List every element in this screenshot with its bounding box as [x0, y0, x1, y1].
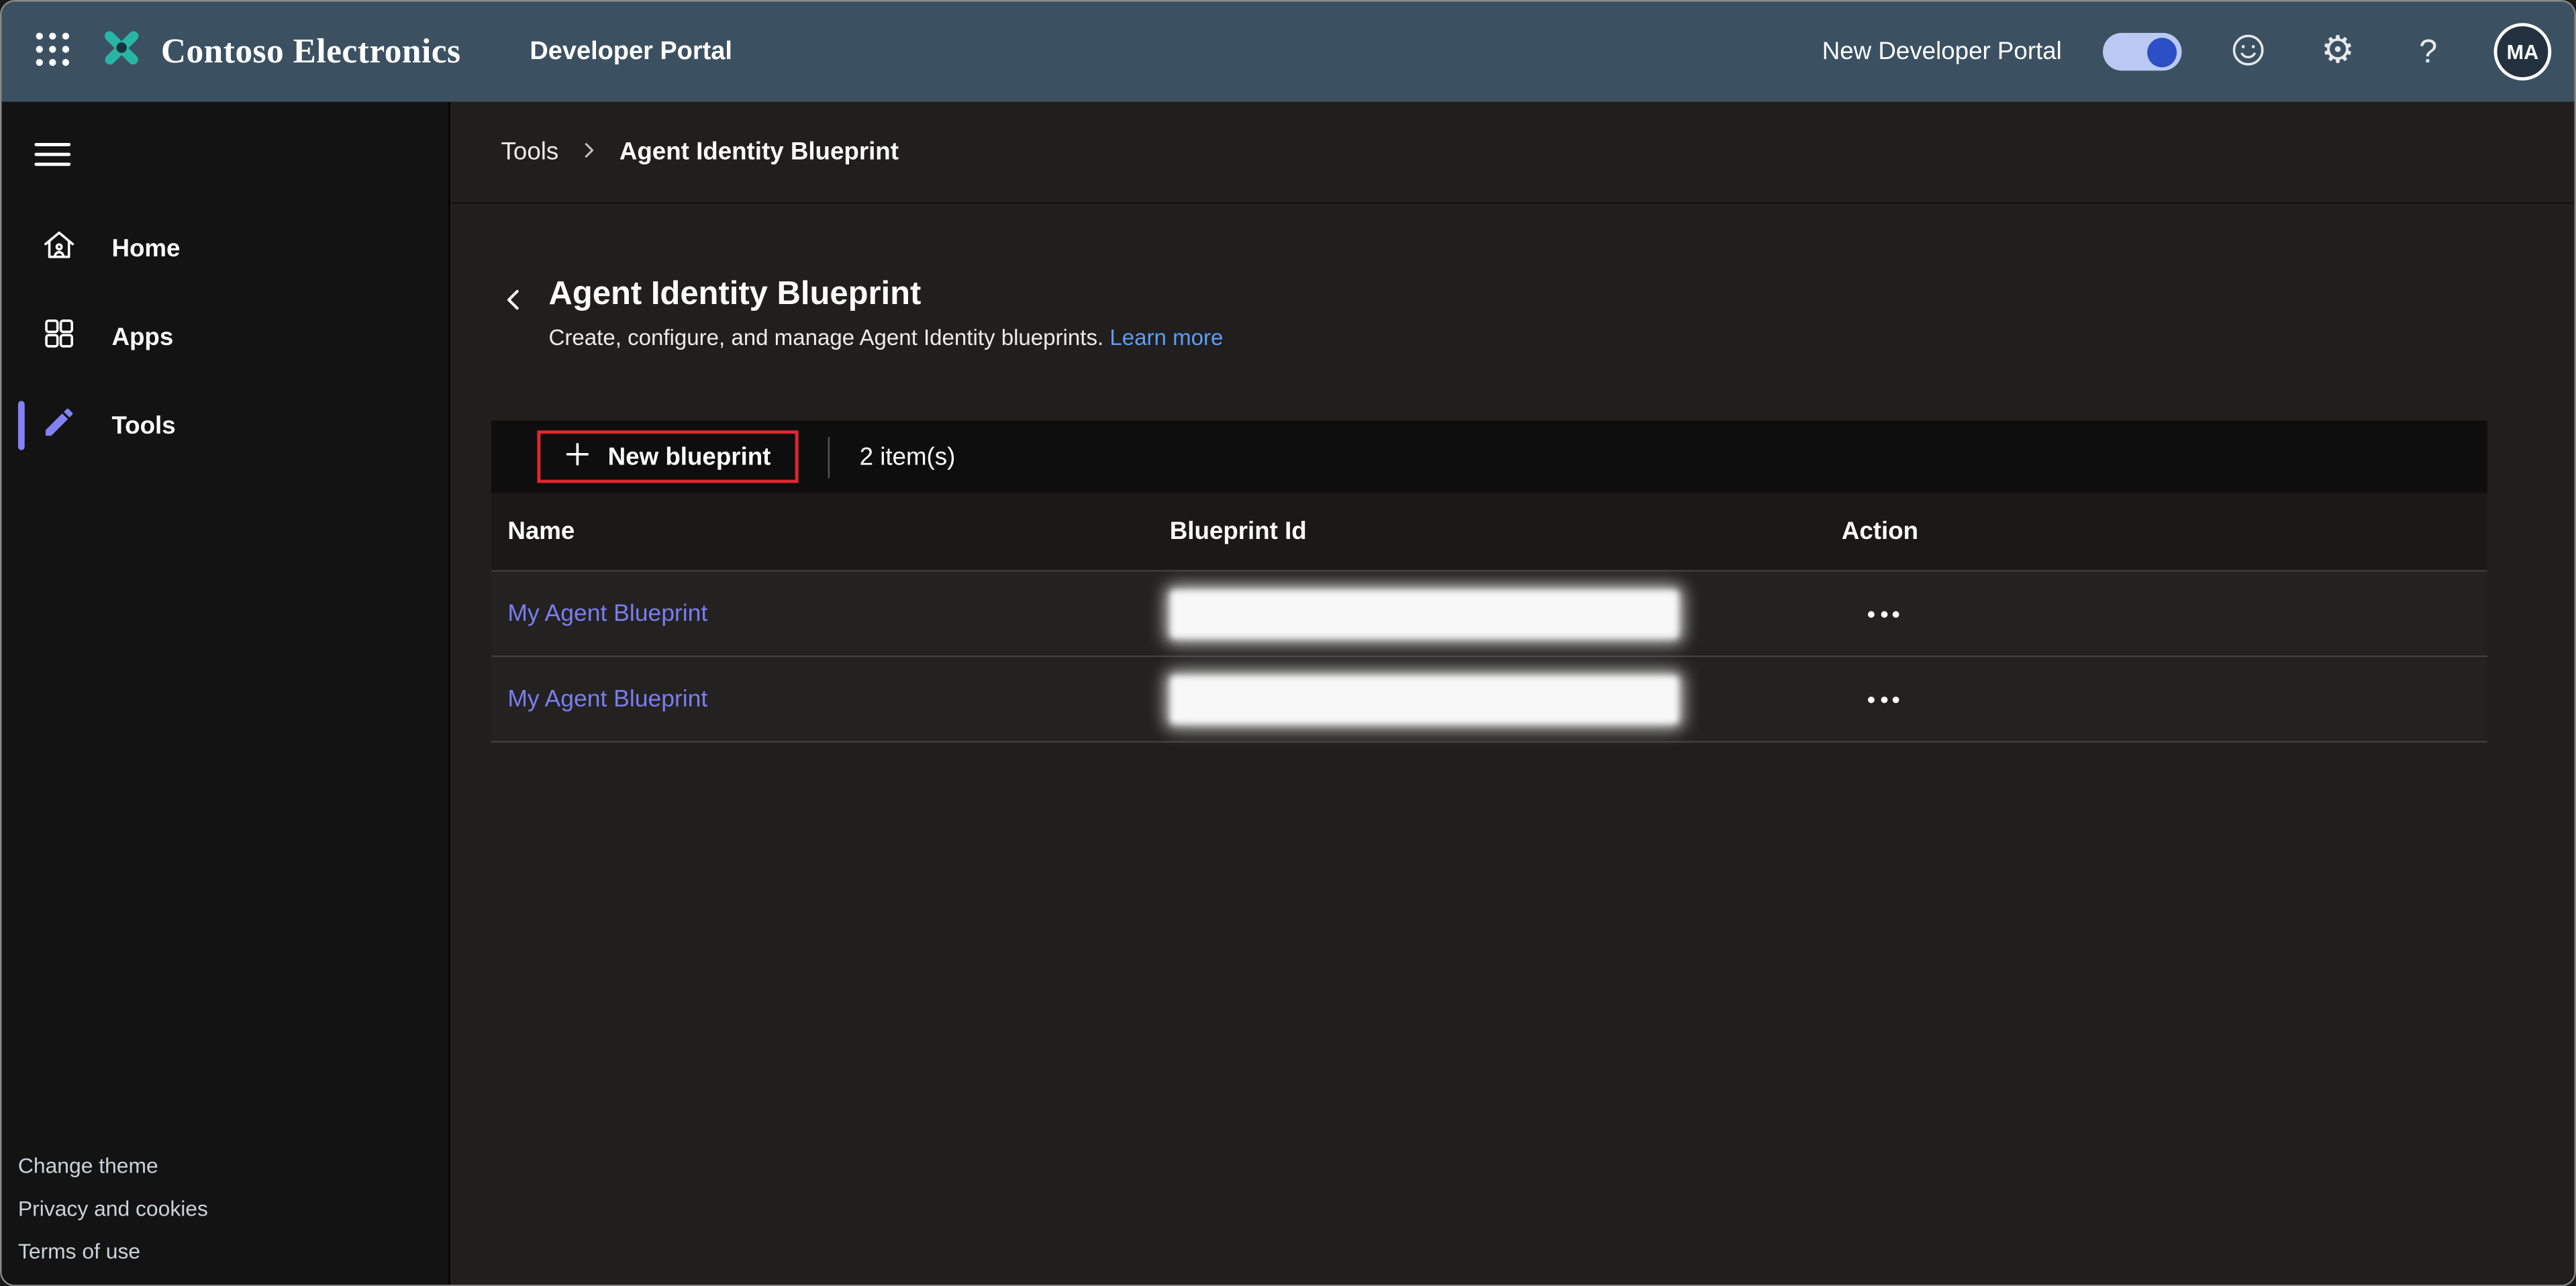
sidebar-item-label: Tools [111, 411, 175, 440]
settings-button[interactable]: ⚙ [2313, 27, 2362, 76]
blueprints-table: Name Blueprint Id Action My Agent Bluepr… [491, 493, 2487, 742]
name-cell: My Agent Blueprint [491, 599, 1153, 628]
table-header-row: Name Blueprint Id Action [491, 493, 2487, 571]
items-count: 2 item(s) [860, 443, 956, 471]
home-icon [41, 227, 77, 270]
blueprint-id-cell [1153, 589, 1825, 638]
name-cell: My Agent Blueprint [491, 684, 1153, 713]
back-button[interactable] [491, 281, 534, 324]
pencil-icon [41, 404, 77, 447]
column-header-name: Name [491, 517, 1153, 546]
change-theme-link[interactable]: Change theme [18, 1153, 448, 1178]
product-title: Developer Portal [530, 37, 732, 66]
main-area: Tools Agent Identity Blueprint [450, 102, 2575, 1285]
viewport: Contoso Electronics Developer Portal New… [0, 0, 2576, 1286]
sidebar-collapse-button[interactable] [19, 123, 85, 189]
blueprint-name-link[interactable]: My Agent Blueprint [507, 686, 707, 712]
page-title: Agent Identity Blueprint [549, 276, 1224, 313]
dot-icon [1880, 610, 1887, 617]
dot-icon [1868, 696, 1875, 703]
page-subtitle: Create, configure, and manage Agent Iden… [549, 326, 1224, 350]
privacy-cookies-link[interactable]: Privacy and cookies [18, 1196, 448, 1221]
breadcrumb: Tools Agent Identity Blueprint [450, 102, 2575, 204]
new-blueprint-button[interactable]: New blueprint [537, 430, 799, 483]
avatar-initials: MA [2507, 40, 2539, 63]
column-header-action: Action [1825, 517, 2487, 546]
page-header: Agent Identity Blueprint Create, configu… [491, 276, 2575, 350]
smiley-icon [2228, 30, 2266, 73]
breadcrumb-current: Agent Identity Blueprint [620, 138, 899, 166]
column-header-blueprint-id: Blueprint Id [1153, 517, 1825, 546]
contoso-logo-icon [97, 23, 146, 81]
row-actions-button[interactable] [1858, 601, 1909, 627]
sidebar-item-label: Apps [111, 323, 173, 351]
table-row: My Agent Blueprint [491, 657, 2487, 742]
blueprint-id-cell [1153, 675, 1825, 724]
learn-more-link[interactable]: Learn more [1109, 326, 1223, 350]
action-cell [1825, 686, 2487, 712]
table-row: My Agent Blueprint [491, 572, 2487, 657]
chevron-right-icon [580, 137, 598, 166]
app-launcher-button[interactable] [18, 17, 87, 87]
user-avatar[interactable]: MA [2494, 23, 2552, 81]
row-actions-button[interactable] [1858, 686, 1909, 712]
blueprint-id-redacted [1170, 589, 1679, 638]
dot-icon [1893, 696, 1899, 703]
chevron-left-icon [500, 287, 525, 317]
action-cell [1825, 601, 2487, 627]
sidebar: Home Apps [1, 102, 450, 1285]
subtitle-text: Create, configure, and manage Agent Iden… [549, 326, 1104, 350]
new-portal-label: New Developer Portal [1822, 38, 2062, 66]
waffle-icon [34, 32, 70, 72]
topbar: Contoso Electronics Developer Portal New… [1, 1, 2574, 101]
body: Home Apps [1, 102, 2574, 1285]
toolbar-divider [828, 436, 830, 477]
table-toolbar: New blueprint 2 item(s) [491, 421, 2487, 493]
dot-icon [1868, 610, 1875, 617]
topbar-right: New Developer Portal ⚙ [1822, 23, 2552, 81]
plus-icon [565, 441, 590, 473]
sidebar-item-apps[interactable]: Apps [1, 293, 448, 381]
app-window: Contoso Electronics Developer Portal New… [0, 0, 2576, 1286]
brand[interactable]: Contoso Electronics [97, 23, 460, 81]
blueprint-id-redacted [1170, 675, 1679, 724]
page-content: Agent Identity Blueprint Create, configu… [450, 204, 2575, 743]
brand-name: Contoso Electronics [161, 32, 461, 72]
feedback-button[interactable] [2223, 27, 2272, 76]
dot-icon [1893, 610, 1899, 617]
question-mark-icon: ? [2419, 36, 2437, 68]
sidebar-item-label: Home [111, 234, 180, 262]
apps-grid-icon [41, 315, 77, 358]
sidebar-footer: Change theme Privacy and cookies Terms o… [1, 1153, 448, 1285]
help-button[interactable]: ? [2404, 27, 2453, 76]
terms-of-use-link[interactable]: Terms of use [18, 1239, 448, 1264]
sidebar-item-home[interactable]: Home [1, 204, 448, 293]
title-block: Agent Identity Blueprint Create, configu… [549, 276, 1224, 350]
sidebar-item-tools[interactable]: Tools [1, 381, 448, 470]
blueprint-name-link[interactable]: My Agent Blueprint [507, 601, 707, 627]
hamburger-icon [34, 140, 70, 172]
breadcrumb-tools[interactable]: Tools [501, 138, 559, 166]
gear-icon: ⚙ [2321, 33, 2355, 70]
new-blueprint-label: New blueprint [608, 443, 771, 471]
toggle-knob [2147, 37, 2177, 66]
dot-icon [1880, 696, 1887, 703]
new-portal-toggle[interactable] [2103, 33, 2181, 70]
